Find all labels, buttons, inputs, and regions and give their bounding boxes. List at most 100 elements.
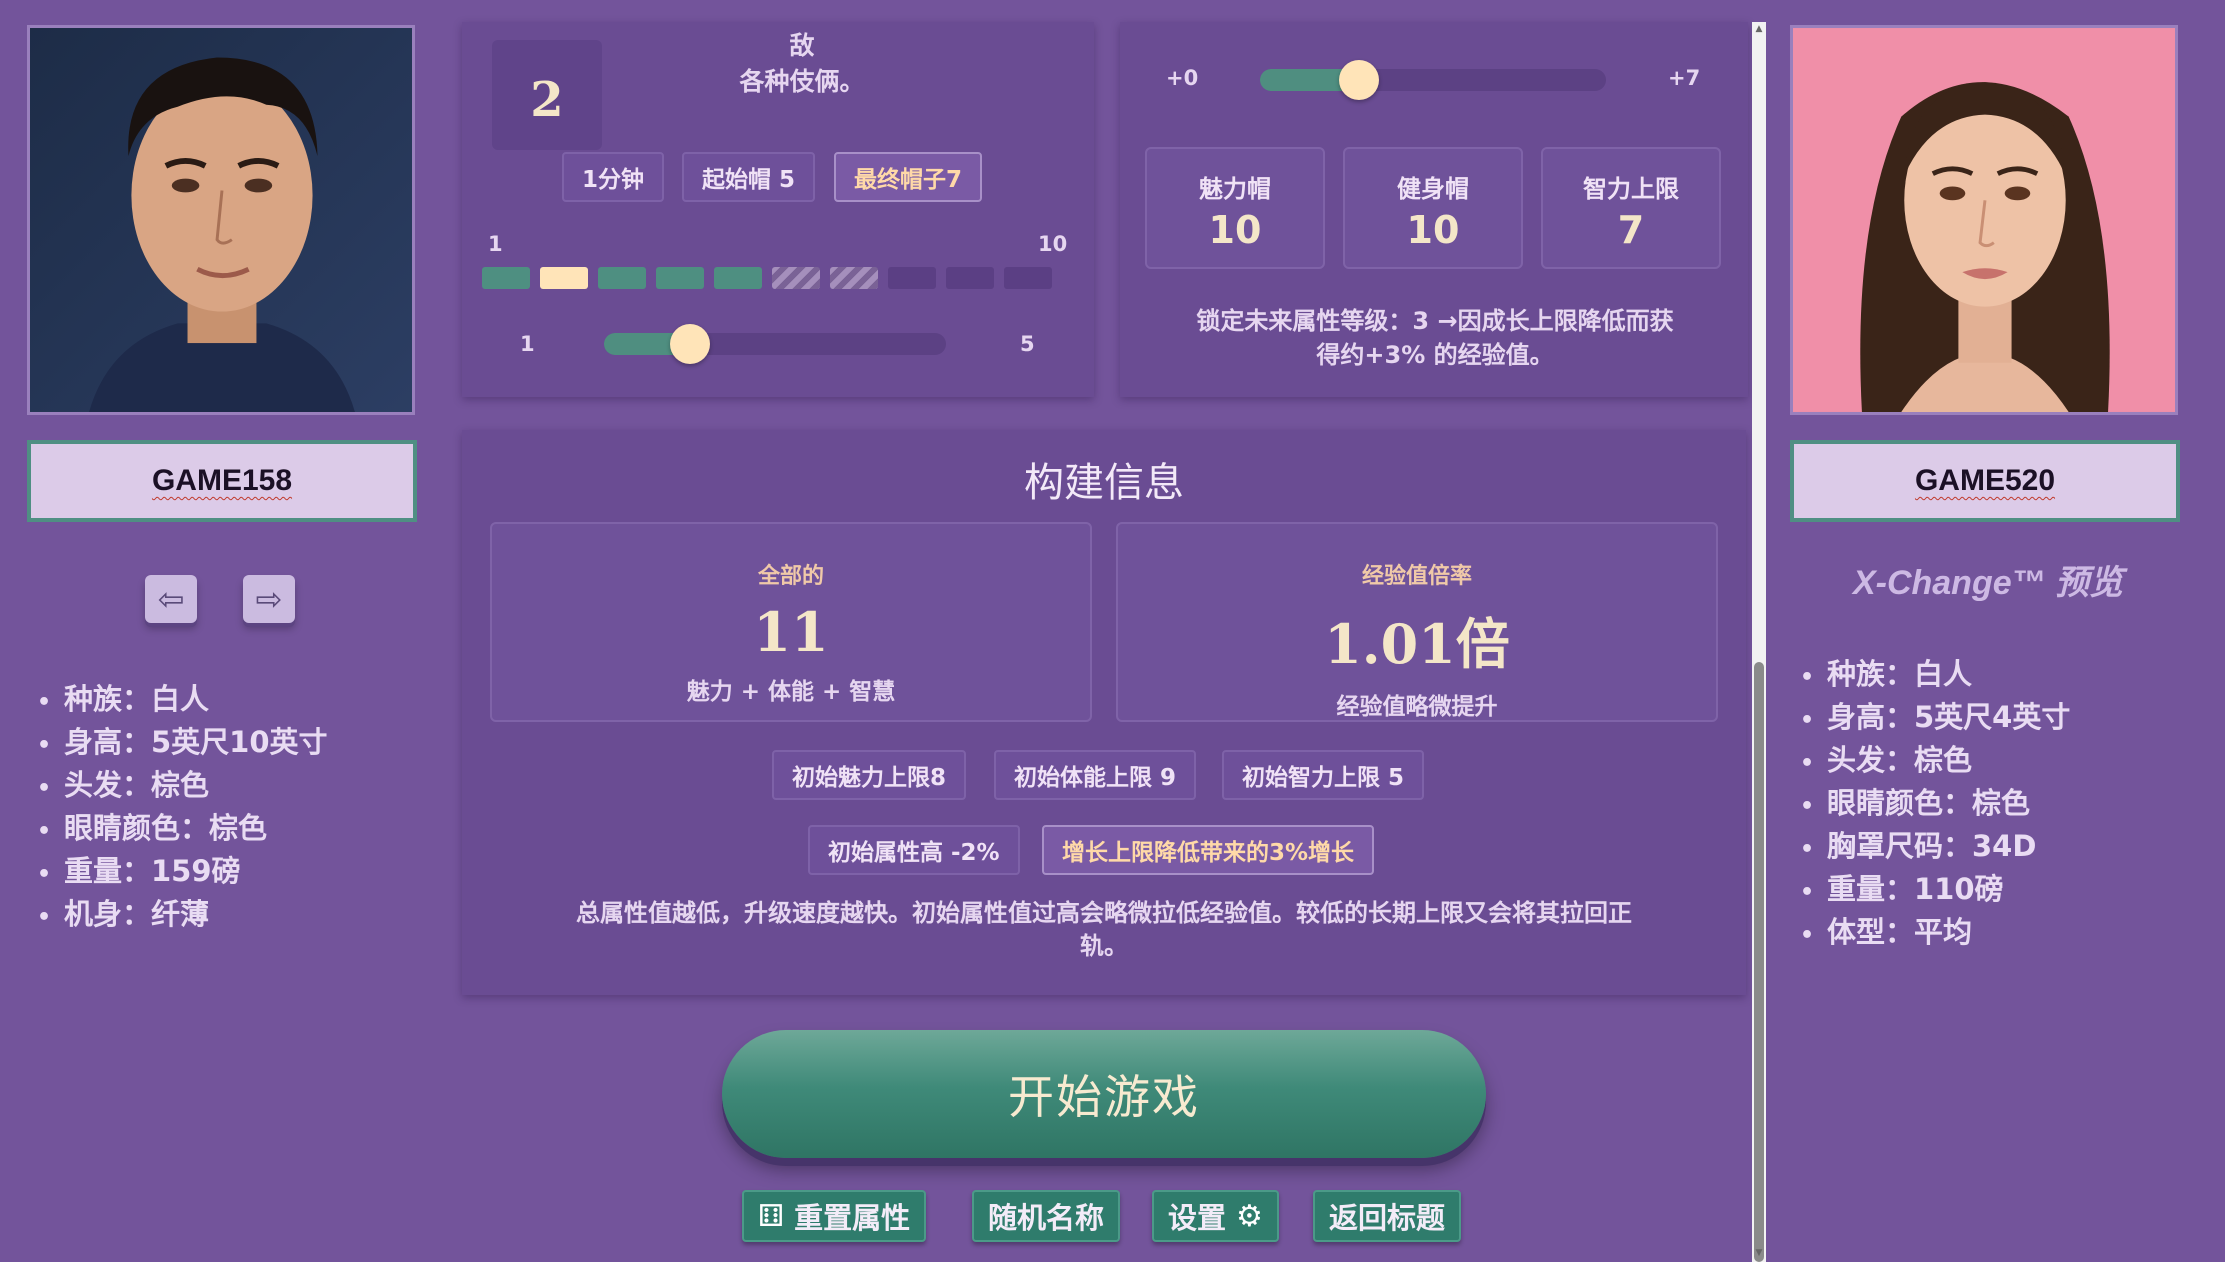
- exp-multiplier-box: 经验值倍率 1.01倍 经验值略微提升: [1116, 522, 1718, 722]
- center-scrollbar[interactable]: ▲ ▼: [1752, 22, 1766, 1262]
- bonus-slider-track[interactable]: [1260, 69, 1606, 91]
- cap-slider-handle[interactable]: [669, 324, 710, 364]
- slider-a-max-label: 5: [1020, 332, 1035, 356]
- level-segment[interactable]: [1004, 267, 1052, 289]
- total-subtitle: 魅力 + 体能 + 智慧: [686, 679, 896, 705]
- female-portrait: [1790, 25, 2178, 415]
- note-line-1: 总属性值越低，升级速度越快。初始属性值过高会略微拉低经验值。较低的长期上限又会将…: [576, 899, 1632, 927]
- level-segment[interactable]: [946, 267, 994, 289]
- male-portrait: [27, 25, 415, 415]
- reset-stats-button[interactable]: ⚅ 重置属性: [742, 1190, 927, 1242]
- note-line-2: 轨。: [1080, 932, 1128, 960]
- arrow-right-icon: ⇨: [255, 580, 283, 618]
- trait-eye-color: 眼睛颜色：棕色: [1800, 782, 2070, 825]
- stat-value: 10: [1208, 208, 1262, 252]
- step-number: 2: [492, 40, 602, 150]
- chip-fitness-cap: 初始体能上限 9: [994, 750, 1197, 800]
- chip-growth-bonus: 增长上限降低带来的3%增长: [1042, 825, 1375, 875]
- arrow-left-icon: ⇦: [157, 580, 185, 618]
- level-segment[interactable]: [830, 267, 878, 289]
- prev-character-button[interactable]: ⇦: [145, 575, 197, 623]
- back-to-title-button[interactable]: 返回标题: [1313, 1190, 1462, 1242]
- preview-title: X-Change™ 预览: [1852, 564, 2124, 602]
- level-segment[interactable]: [482, 267, 530, 289]
- trait-body: 机身：纤薄: [37, 893, 328, 936]
- stat-value: 10: [1406, 208, 1460, 252]
- next-character-button[interactable]: ⇨: [243, 575, 295, 623]
- trait-eye-color: 眼睛颜色：棕色: [37, 807, 328, 850]
- stat-caps-panel: +0 +7 魅力帽 10 健身帽 10 智力上限 7 锁定未来属性等级：3 →因…: [1120, 22, 1748, 397]
- trait-height: 身高：5英尺10英寸: [37, 721, 328, 764]
- range-max-label: 10: [1038, 232, 1068, 256]
- trait-body-type: 体型：平均: [1800, 911, 2070, 954]
- section-title: 构建信息: [1024, 460, 1184, 506]
- level-segment[interactable]: [714, 267, 762, 289]
- cap-slider-track[interactable]: [604, 333, 946, 355]
- exp-subtitle: 经验值略微提升: [1336, 694, 1498, 720]
- scroll-down-icon[interactable]: ▼: [1754, 1248, 1764, 1258]
- total-stats-box: 全部的 11 魅力 + 体能 + 智慧: [490, 522, 1092, 722]
- trait-race: 种族：白人: [37, 678, 328, 721]
- settings-label: 设置: [1168, 1201, 1227, 1235]
- exp-label: 经验值倍率: [1361, 564, 1472, 589]
- chip-high-start-penalty: 初始属性高 -2%: [808, 825, 1020, 875]
- total-value: 11: [753, 600, 829, 664]
- left-trait-list: 种族：白人 身高：5英尺10英寸 头发：棕色 眼睛颜色：棕色 重量：159磅 机…: [37, 678, 328, 936]
- level-segment[interactable]: [772, 267, 820, 289]
- cap-settings-panel: 提升你的就业前景，并帮助你职敌 各种伎俩。 2 1分钟 起始帽 5 最终帽子7 …: [462, 22, 1094, 397]
- stat-label: 智力上限: [1583, 175, 1679, 203]
- right-trait-list: 种族：白人 身高：5英尺4英寸 头发：棕色 眼睛颜色：棕色 胸罩尺码：34D 重…: [1800, 653, 2070, 954]
- left-username-field[interactable]: GAME158: [27, 440, 417, 522]
- trait-height: 身高：5英尺4英寸: [1800, 696, 2070, 739]
- random-name-button[interactable]: 随机名称: [972, 1190, 1121, 1242]
- trait-hair: 头发：棕色: [1800, 739, 2070, 782]
- level-segment[interactable]: [888, 267, 936, 289]
- range-min-label: 1: [488, 232, 503, 256]
- trait-weight: 重量：159磅: [37, 850, 328, 893]
- stat-label: 魅力帽: [1199, 175, 1271, 203]
- build-info-note: 总属性值越低，升级速度越快。初始属性值过高会略微拉低经验值。较低的长期上限又会将…: [502, 897, 1706, 963]
- settings-button[interactable]: 设置 ⚙: [1152, 1190, 1279, 1242]
- back-to-title-label: 返回标题: [1329, 1201, 1446, 1235]
- lock-note-line-2: 得约+3% 的经验值。: [1316, 341, 1554, 369]
- build-info-panel: 构建信息 全部的 11 魅力 + 体能 + 智慧 经验值倍率 1.01倍 经验值…: [462, 430, 1746, 995]
- level-segment[interactable]: [598, 267, 646, 289]
- character-creation-screen: GAME158 ⇦ ⇨ 种族：白人 身高：5英尺10英寸 头发：棕色 眼睛颜色：…: [0, 0, 2225, 1262]
- scroll-up-icon[interactable]: ▲: [1754, 24, 1764, 34]
- slider-a-min-label: 1: [520, 332, 535, 356]
- level-segment[interactable]: [540, 267, 588, 289]
- slider-b-max-label: +7: [1668, 66, 1701, 90]
- level-segment[interactable]: [656, 267, 704, 289]
- right-username-field[interactable]: GAME520: [1790, 440, 2180, 522]
- dice-icon: ⚅: [758, 1198, 785, 1234]
- chip-duration[interactable]: 1分钟: [562, 152, 665, 202]
- description-line-1: 提升你的就业前景，并帮助你职敌: [627, 22, 977, 60]
- gear-icon: ⚙: [1236, 1198, 1263, 1234]
- stat-value: 7: [1617, 208, 1645, 252]
- total-label: 全部的: [757, 564, 824, 589]
- stat-fitness-cap: 健身帽 10: [1343, 147, 1523, 269]
- trait-weight: 重量：110磅: [1800, 868, 2070, 911]
- trait-race: 种族：白人: [1800, 653, 2070, 696]
- description-text: 提升你的就业前景，并帮助你职敌 各种伎俩。: [622, 22, 982, 100]
- trait-hair: 头发：棕色: [37, 764, 328, 807]
- slider-b-min-label: +0: [1166, 66, 1199, 90]
- bonus-slider-handle[interactable]: [1338, 60, 1379, 100]
- trait-bra-size: 胸罩尺码：34D: [1800, 825, 2070, 868]
- reset-stats-label: 重置属性: [794, 1201, 911, 1235]
- scrollbar-thumb[interactable]: [1754, 662, 1764, 1262]
- chip-intellect-cap: 初始智力上限 5: [1222, 750, 1425, 800]
- lock-note-line-1: 锁定未来属性等级：3 →因成长上限降低而获: [1196, 307, 1674, 335]
- stat-intellect-cap: 智力上限 7: [1541, 147, 1721, 269]
- stat-charm-cap: 魅力帽 10: [1145, 147, 1325, 269]
- chip-charm-cap: 初始魅力上限8: [772, 750, 967, 800]
- character-nav: ⇦ ⇨: [145, 575, 295, 623]
- exp-value: 1.01倍: [1324, 612, 1510, 676]
- chip-final-cap[interactable]: 最终帽子7: [834, 152, 983, 202]
- chip-start-cap[interactable]: 起始帽 5: [682, 152, 816, 202]
- random-name-label: 随机名称: [988, 1201, 1105, 1235]
- start-game-button[interactable]: 开始游戏: [722, 1030, 1486, 1158]
- stat-label: 健身帽: [1397, 175, 1469, 203]
- lock-level-note: 锁定未来属性等级：3 →因成长上限降低而获 得约+3% 的经验值。: [1150, 304, 1720, 372]
- description-line-2: 各种伎俩。: [739, 67, 865, 96]
